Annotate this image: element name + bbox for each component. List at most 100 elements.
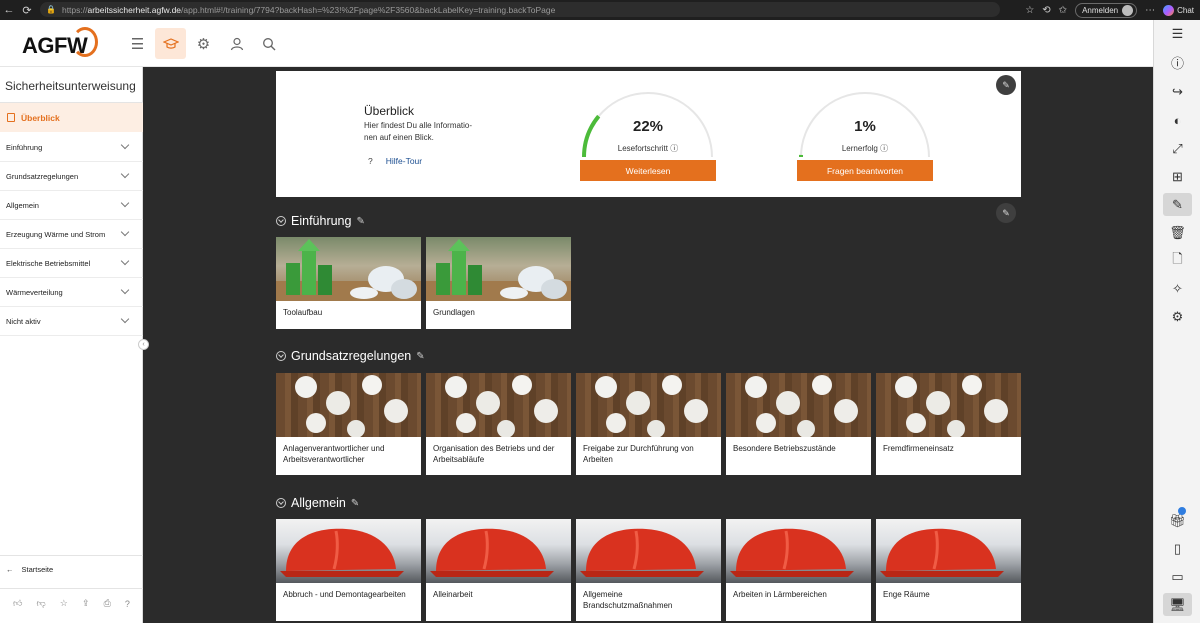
desktop-icon[interactable]: 🖥︎ — [1163, 593, 1192, 616]
tile-image — [426, 373, 571, 437]
favorites-icon[interactable]: ✩ — [1059, 5, 1067, 16]
home-link-label: Startseite — [21, 565, 54, 574]
fullscreen-icon[interactable]: ⤢ — [1163, 137, 1192, 160]
thumbs-up-icon[interactable]: 👍︎ — [13, 598, 22, 609]
share-arrow-icon[interactable]: ↪ — [1163, 80, 1192, 103]
tile-besondere-betriebszustaende[interactable]: Besondere Betriebszustände — [726, 373, 871, 475]
lock-icon: 🔒 — [46, 5, 56, 14]
checklist-icon[interactable]: ☰ — [1163, 22, 1192, 45]
tile-label: Alleinarbeit — [433, 590, 473, 599]
avatar-icon — [1122, 4, 1134, 16]
collapse-sidebar-icon[interactable]: ‹ — [138, 339, 149, 350]
sidebar-item-nicht-aktiv[interactable]: Nicht aktiv — [0, 307, 143, 336]
tablet-icon[interactable]: ▭ — [1163, 565, 1192, 588]
help-tour-link[interactable]: Hilfe-Tour — [386, 156, 422, 166]
settings-gear-icon[interactable]: ⚙ — [1163, 305, 1192, 328]
sidebar-item-allgemein[interactable]: Allgemein — [0, 191, 143, 220]
help-icon[interactable]: ? — [125, 599, 130, 609]
info-icon[interactable]: ⓘ — [880, 144, 888, 153]
tile-image — [876, 519, 1021, 583]
tile-freigabe[interactable]: Freigabe zur Durchführung von Arbeiten — [576, 373, 721, 475]
thumbs-down-icon[interactable]: 👎︎ — [37, 598, 46, 609]
tile-laermbereiche[interactable]: Arbeiten in Lärmbereichen — [726, 519, 871, 621]
agfw-logo[interactable]: AGFW — [22, 26, 98, 60]
tile-grundlagen[interactable]: Grundlagen — [426, 237, 571, 329]
tile-label: Enge Räume — [883, 590, 930, 599]
share-icon[interactable]: ⇪ — [82, 598, 90, 609]
tile-image — [726, 519, 871, 583]
info-icon[interactable]: ⓘ — [1163, 51, 1192, 74]
reload-icon[interactable]: ⟳ — [18, 4, 36, 17]
user-icon[interactable] — [221, 28, 252, 59]
help-tour[interactable]: ? Hilfe-Tour — [368, 156, 422, 166]
chevron-down-icon — [120, 227, 130, 237]
sidebar-item-elektrische-betriebsmittel[interactable]: Elektrische Betriebsmittel — [0, 249, 143, 278]
tile-label: Arbeiten in Lärmbereichen — [733, 590, 827, 599]
menu-icon[interactable]: ☰ — [122, 28, 153, 59]
chevron-down-icon — [120, 169, 130, 179]
collapse-chevron-icon[interactable] — [276, 216, 286, 226]
chevron-down-icon — [120, 198, 130, 208]
sidebar-footer: 👍︎ 👎︎ ☆ ⇪ ⎙ ? — [0, 588, 143, 618]
extensions-icon[interactable]: ⟲ — [1042, 5, 1050, 16]
learning-success-value: 1% — [854, 118, 876, 135]
chat-button[interactable]: Chat — [1163, 4, 1194, 16]
sidebar-item-einfuehrung[interactable]: Einführung — [0, 133, 143, 162]
phone-icon[interactable]: ▯ — [1163, 537, 1192, 560]
tile-brandschutz[interactable]: Allgemeine Brandschutzmaßnahmen — [576, 519, 721, 621]
answer-questions-button[interactable]: Fragen beantworten — [797, 160, 933, 181]
section-allgemein-header[interactable]: Allgemein ✎ — [276, 496, 359, 510]
continue-reading-button[interactable]: Weiterlesen — [580, 160, 716, 181]
settings-gear-icon[interactable]: ⚙ — [188, 28, 219, 59]
training-cap-icon[interactable] — [155, 28, 186, 59]
info-icon[interactable]: ⓘ — [670, 144, 678, 153]
section-grundsatzregelungen-header[interactable]: Grundsatzregelungen ✎ — [276, 349, 425, 363]
tile-label: Fremdfirmeneinsatz — [883, 444, 954, 453]
tile-abbruch[interactable]: Abbruch - und Demontagearbeiten — [276, 519, 421, 621]
trash-icon[interactable]: 🗑︎ — [1163, 221, 1192, 244]
edit-magic-icon[interactable]: ✎ — [996, 75, 1016, 95]
file-icon[interactable]: 🗋 — [1163, 249, 1192, 272]
tile-image — [426, 237, 571, 301]
chevron-down-icon — [120, 256, 130, 266]
chevron-down-icon — [120, 314, 130, 324]
favorite-star-icon[interactable]: ☆ — [1025, 5, 1034, 16]
copilot-icon — [1163, 4, 1175, 16]
more-menu-icon[interactable]: ⋯ — [1145, 5, 1155, 16]
tile-enge-raeume[interactable]: Enge Räume — [876, 519, 1021, 621]
pencil-icon[interactable]: ✎ — [1163, 193, 1192, 216]
url-text: https://arbeitssicherheit.agfw.de/app.ht… — [61, 4, 556, 15]
signin-button[interactable]: Anmelden — [1075, 2, 1138, 18]
magic-wand-icon[interactable]: ✧ — [1163, 277, 1192, 300]
pencil-icon[interactable]: ✎ — [356, 216, 364, 227]
search-icon[interactable] — [253, 28, 284, 59]
magnifier-icon — [262, 37, 275, 50]
contrast-icon[interactable]: ◐ — [1163, 109, 1192, 132]
sidebar-item-waermeverteilung[interactable]: Wärmeverteilung — [0, 278, 143, 307]
edit-magic-icon[interactable]: ✎ — [996, 203, 1016, 223]
tile-anlagenverantwortlicher[interactable]: Anlagenverantwortlicher und Arbeitsveran… — [276, 373, 421, 475]
tile-organisation[interactable]: Organisation des Betriebs und der Arbeit… — [426, 373, 571, 475]
collapse-chevron-icon[interactable] — [276, 498, 286, 508]
chat-label: Chat — [1177, 5, 1194, 15]
section-einfuehrung-header[interactable]: Einführung ✎ — [276, 214, 365, 228]
tile-fremdfirmeneinsatz[interactable]: Fremdfirmeneinsatz — [876, 373, 1021, 475]
tile-toolaufbau[interactable]: Toolaufbau — [276, 237, 421, 329]
tile-alleinarbeit[interactable]: Alleinarbeit — [426, 519, 571, 621]
sidebar-item-grundsatzregelungen[interactable]: Grundsatzregelungen — [0, 162, 143, 191]
back-icon[interactable]: ← — [0, 4, 18, 16]
layout-grid-icon[interactable]: ⊞ — [1163, 165, 1192, 188]
sidebar-item-overview[interactable]: Überblick — [0, 103, 143, 132]
app-header: AGFW ☰ ⚙ — [0, 20, 1153, 67]
sidebar-item-erzeugung[interactable]: Erzeugung Wärme und Strom — [0, 220, 143, 249]
star-icon[interactable]: ☆ — [60, 598, 68, 609]
pencil-icon[interactable]: ✎ — [416, 351, 424, 362]
collapse-chevron-icon[interactable] — [276, 351, 286, 361]
pencil-icon[interactable]: ✎ — [351, 498, 359, 509]
address-bar[interactable]: 🔒 https://arbeitssicherheit.agfw.de/app.… — [40, 2, 1000, 17]
overview-title: Überblick — [364, 104, 415, 118]
print-icon[interactable]: ⎙ — [104, 598, 111, 609]
home-link[interactable]: ← Startseite — [0, 555, 143, 583]
section-title: Allgemein — [291, 496, 346, 510]
tile-image — [276, 237, 421, 301]
